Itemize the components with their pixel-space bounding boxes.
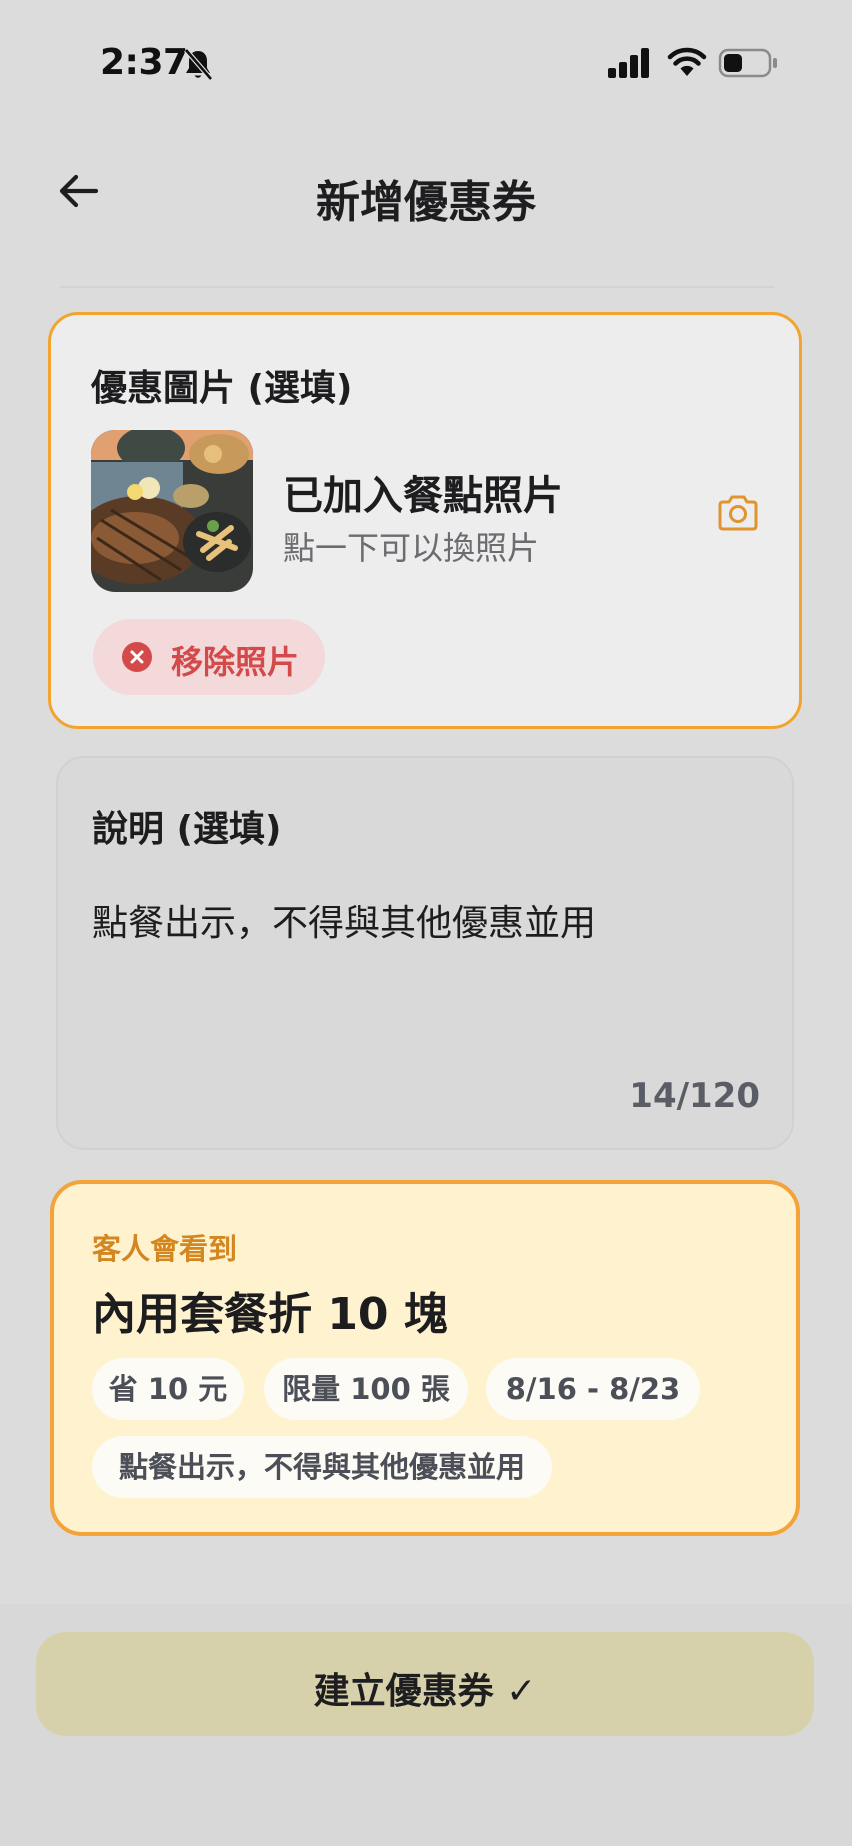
photo-card[interactable]: 優惠圖片 (選填) 已加入餐點照片 點一下可以換照片 移除照片: [48, 312, 802, 729]
customer-preview-card: 客人會看到 內用套餐折 10 塊 省 10 元 限量 100 張 8/16 - …: [50, 1180, 800, 1536]
status-time: 2:37: [100, 42, 188, 83]
meal-photo-thumbnail[interactable]: [91, 430, 253, 592]
screen: 2:37 新增優惠券 優惠圖片 (選填) 已加入餐點照片 點一下可以換照片 移除…: [0, 0, 852, 1846]
signal-icon: [608, 48, 649, 78]
description-card[interactable]: 說明 (選填) 點餐出示，不得與其他優惠並用 14/120: [56, 756, 794, 1150]
chip-date-range: 8/16 - 8/23: [486, 1358, 700, 1420]
create-coupon-label: 建立優惠券 ✓: [313, 1671, 537, 1712]
meal-photo-image: [91, 430, 253, 592]
create-coupon-button[interactable]: 建立優惠券 ✓: [36, 1632, 814, 1736]
chip-quantity-limit: 限量 100 張: [264, 1358, 468, 1420]
wifi-icon: [667, 47, 707, 76]
character-count: 14/120: [629, 1076, 760, 1116]
close-circle-icon: [122, 642, 152, 672]
preview-title: 內用套餐折 10 塊: [92, 1289, 448, 1340]
photo-hint: 點一下可以換照片: [283, 529, 540, 567]
page-title: 新增優惠券: [316, 177, 536, 228]
chip-terms: 點餐出示，不得與其他優惠並用: [92, 1436, 552, 1498]
battery-icon: [718, 48, 777, 78]
remove-photo-label: 移除照片: [171, 643, 300, 681]
photo-status: 已加入餐點照片: [283, 473, 563, 519]
preview-eyebrow: 客人會看到: [92, 1232, 238, 1266]
bell-off-icon: [184, 48, 213, 81]
remove-photo-button[interactable]: 移除照片: [93, 619, 325, 695]
header-divider: [60, 286, 774, 288]
camera-icon[interactable]: [715, 493, 761, 533]
status-bar: 2:37: [0, 0, 852, 130]
chip-savings: 省 10 元: [92, 1358, 244, 1420]
description-section-title: 說明 (選填): [92, 809, 282, 850]
description-input[interactable]: 點餐出示，不得與其他優惠並用: [92, 894, 596, 946]
photo-section-title: 優惠圖片 (選填): [91, 368, 353, 409]
